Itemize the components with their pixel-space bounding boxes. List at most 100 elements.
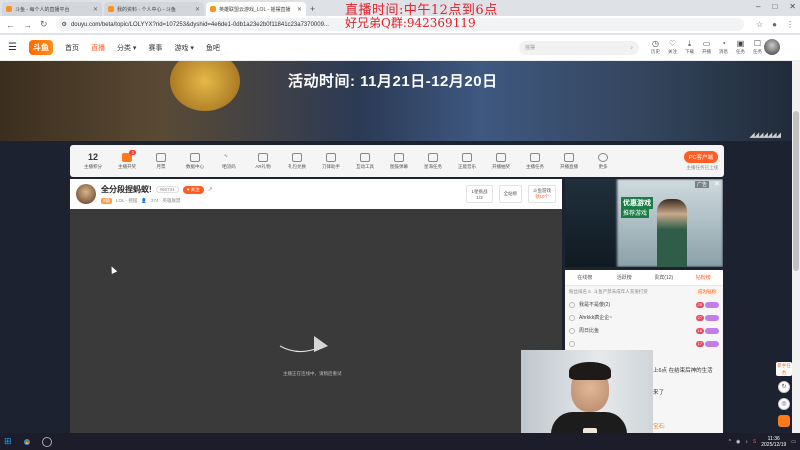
- history-button[interactable]: ◷ 历史: [651, 40, 660, 55]
- pc-client-button[interactable]: PC客户端: [683, 151, 718, 163]
- func-label: 主播任务: [526, 163, 544, 169]
- start-live-button[interactable]: ▭ 开播: [702, 40, 711, 55]
- tasks-button[interactable]: ▣ 任务: [736, 40, 745, 55]
- network-icon[interactable]: ◉: [736, 439, 740, 445]
- func-item-ar-gift[interactable]: AR礼物: [246, 152, 280, 170]
- newbie-task-button[interactable]: 新手任务: [776, 362, 792, 376]
- room-meta: 3级 LOL - 摇摆 👤 274 英雄联盟: [101, 198, 213, 204]
- func-item-more[interactable]: 更多: [586, 152, 620, 170]
- messages-button[interactable]: ◔ 消息: [719, 40, 728, 55]
- forward-icon[interactable]: →: [23, 20, 32, 30]
- new-tab-button[interactable]: +: [310, 2, 315, 16]
- maximize-icon[interactable]: □: [772, 2, 777, 11]
- list-item[interactable]: 我是不是傻(2) 20: [565, 298, 723, 311]
- chrome-taskbar-icon[interactable]: [21, 436, 32, 447]
- func-item-star-task[interactable]: 星海任务: [416, 152, 450, 170]
- fan-badge: 20: [695, 301, 719, 308]
- tray-chevron-icon[interactable]: ^: [729, 439, 731, 445]
- streamer-avatar[interactable]: [76, 184, 96, 204]
- close-tab-icon[interactable]: ✕: [297, 6, 302, 13]
- share-icon[interactable]: ↗: [208, 186, 213, 193]
- func-item-interaction-tools[interactable]: 互动工具: [348, 152, 382, 170]
- func-item-blade-assistant[interactable]: 刀锋助手: [314, 152, 348, 170]
- func-item-gift-redeem[interactable]: 礼包兑换: [280, 152, 314, 170]
- pc-client-promo: PC客户端 主播任务已上线: [683, 151, 718, 171]
- list-item[interactable]: Ahrkkk疯企企~ 27: [565, 311, 723, 324]
- nav-category[interactable]: 分类 ▾: [117, 43, 136, 53]
- func-item-danmaku[interactable]: 图鼓弹幕: [382, 152, 416, 170]
- app-taskbar-icon[interactable]: [41, 436, 52, 447]
- room-category[interactable]: LOL - 摇摆: [116, 198, 137, 204]
- nav-games-label: 游戏: [174, 44, 189, 52]
- bookmark-star-icon[interactable]: ☆: [756, 20, 763, 29]
- close-tab-icon[interactable]: ✕: [93, 6, 98, 13]
- tab-active-rank[interactable]: 活跃榜: [605, 274, 645, 281]
- tasks-button-2[interactable]: ☐ 任务: [753, 40, 762, 55]
- site-info-icon[interactable]: ⚙: [62, 21, 67, 28]
- tab-vip[interactable]: 贵宾(12): [644, 274, 684, 281]
- nav-home[interactable]: 首页: [65, 43, 79, 53]
- hamburger-menu-icon[interactable]: ☰: [8, 42, 17, 53]
- ad-panel[interactable]: 优惠游戏 推荐游戏 广告 ✕: [565, 179, 723, 267]
- user-avatar[interactable]: [764, 39, 780, 55]
- func-item-data-center[interactable]: 数据中心: [178, 152, 212, 170]
- anchor-level[interactable]: 12 主播积分: [76, 152, 110, 170]
- target-icon[interactable]: ◎: [778, 398, 790, 410]
- menu-dots-icon[interactable]: ⋮: [786, 20, 794, 29]
- tab-diamond-fans[interactable]: 钻粉榜: [684, 274, 724, 281]
- func-item-anchor-task[interactable]: 主播任务: [518, 152, 552, 170]
- func-item-stream-code[interactable]: ∿ 晒流码: [212, 153, 246, 170]
- func-item-start-live[interactable]: 开播直播: [552, 152, 586, 170]
- video-player[interactable]: 主播正在连线中，请稍后重试: [70, 209, 562, 433]
- package-icon: [292, 152, 302, 162]
- nav-fishbar[interactable]: 鱼吧: [206, 43, 220, 53]
- banner-character-art: [170, 61, 240, 111]
- volume-icon[interactable]: ♪: [745, 439, 748, 445]
- list-item[interactable]: 17: [565, 337, 723, 350]
- bonus-icon[interactable]: [778, 415, 790, 427]
- func-label: 晒流码: [222, 163, 236, 169]
- nav-games[interactable]: 游戏 ▾: [174, 43, 193, 53]
- func-item-music[interactable]: 正能音乐: [450, 152, 484, 170]
- loading-spinner-icon: [279, 336, 328, 353]
- tab-online-rank[interactable]: 在线榜: [565, 274, 605, 281]
- page-scrollbar[interactable]: [792, 61, 800, 433]
- search-icon[interactable]: ⌕: [630, 45, 633, 51]
- system-clock[interactable]: 11:36 2025/12/19: [761, 436, 786, 448]
- follow-button[interactable]: ♡ 关注: [668, 40, 677, 55]
- minimize-icon[interactable]: –: [756, 2, 760, 11]
- profile-icon[interactable]: ●: [772, 20, 777, 29]
- site-rank-box[interactable]: 全站榜: [498, 185, 522, 203]
- func-item-monthly-ticket[interactable]: 月票: [144, 152, 178, 170]
- shield-icon: [326, 152, 336, 162]
- url-text: douyu.com/beta/topic/LOLYYX?rid=107253&d…: [70, 21, 329, 28]
- scrollbar-thumb[interactable]: [793, 111, 799, 271]
- func-item-live-lottery[interactable]: 开播抽奖: [484, 152, 518, 170]
- browser-tab-3[interactable]: 英雄联盟云游戏_LOL - 摇摆直播 ✕: [206, 2, 306, 16]
- douyu-logo[interactable]: 斗鱼: [28, 40, 53, 55]
- back-icon[interactable]: ←: [6, 20, 15, 30]
- func-item-lottery[interactable]: 主播开奖 2: [110, 149, 144, 170]
- reload-icon[interactable]: ↻: [40, 19, 48, 30]
- become-diamond-fan-button[interactable]: 成为钻粉: [695, 289, 719, 295]
- func-label: 开播抽奖: [492, 163, 510, 169]
- star-challenge-box[interactable]: 1星挑战 1/3: [466, 185, 493, 203]
- notification-icon[interactable]: ▭: [791, 439, 796, 445]
- chat-message: 上6点 在结束后神的生活: [653, 368, 713, 374]
- close-ad-icon[interactable]: ✕: [714, 180, 720, 188]
- windows-start-icon[interactable]: ⊞: [4, 436, 12, 447]
- browser-tab-2[interactable]: 我的资料 - 个人中心 - 斗鱼 ✕: [104, 2, 204, 16]
- download-button[interactable]: ⤓ 下载: [685, 40, 694, 55]
- input-method-icon[interactable]: S: [753, 439, 756, 445]
- browser-tab-1[interactable]: 斗鱼 - 每个人的直播平台 ✕: [2, 2, 102, 16]
- douyu-game-box[interactable]: 斗鱼游戏 领10个: [528, 185, 556, 203]
- refresh-icon[interactable]: ↻: [778, 381, 790, 393]
- close-window-icon[interactable]: ✕: [789, 2, 796, 11]
- list-item[interactable]: 周日比鱼 18: [565, 324, 723, 337]
- follow-button[interactable]: ♥ 关注: [182, 185, 204, 194]
- close-tab-icon[interactable]: ✕: [195, 6, 200, 13]
- nav-events[interactable]: 赛事: [148, 43, 162, 53]
- nav-live[interactable]: 直播: [91, 43, 105, 53]
- site-search-input[interactable]: 摇摆 ⌕: [519, 40, 639, 55]
- game-tag[interactable]: 英雄联盟: [162, 198, 180, 204]
